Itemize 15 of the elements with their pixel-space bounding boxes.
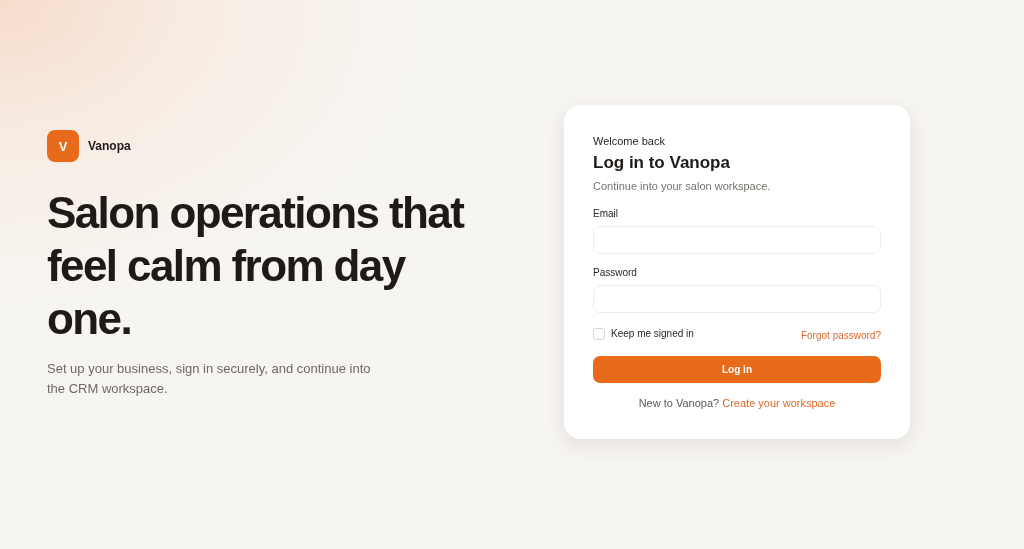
brand-name: Vanopa bbox=[88, 139, 131, 153]
headline: Salon operations that feel calm from day one. bbox=[47, 187, 465, 345]
subtitle: Set up your business, sign in securely, and continue into the CRM workspace. bbox=[47, 360, 372, 398]
login-description: Continue into your salon workspace. bbox=[593, 179, 772, 192]
field-label: Email bbox=[593, 207, 619, 219]
signup-prompt: New to Vanopa? Create your workspace bbox=[637, 396, 837, 409]
login-title: Log in to Vanopa bbox=[593, 152, 731, 173]
eyebrow-text: Welcome back bbox=[593, 134, 666, 147]
create-workspace-link[interactable]: Create your workspace bbox=[722, 396, 836, 409]
login-button[interactable]: Log in bbox=[593, 355, 881, 383]
logo-icon: V bbox=[47, 130, 79, 162]
checkbox[interactable] bbox=[593, 327, 605, 340]
checkbox-label: Keep me signed in bbox=[611, 328, 694, 339]
forgot-password-link[interactable]: Forgot password? bbox=[800, 329, 881, 341]
field-label: Password bbox=[593, 266, 638, 278]
